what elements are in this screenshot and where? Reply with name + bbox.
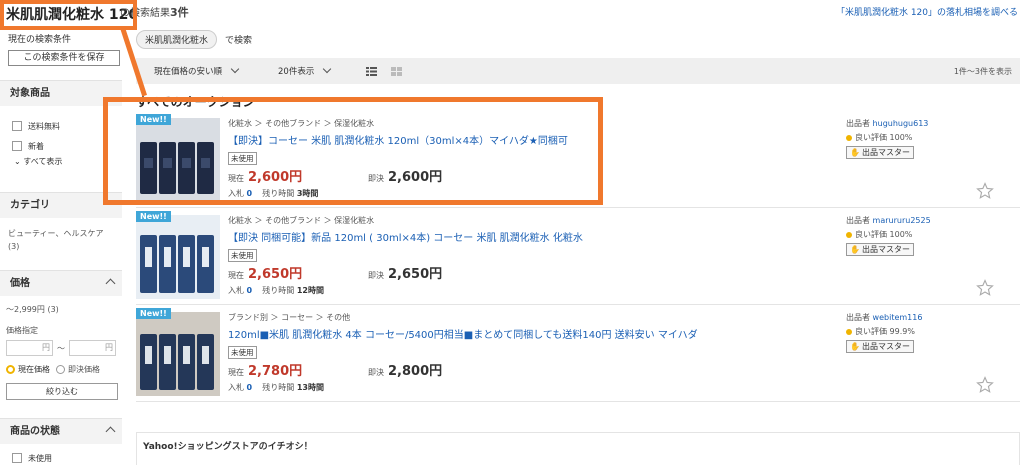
watchlist-star-icon[interactable] <box>976 279 994 297</box>
hand-icon: ✋ <box>850 148 860 157</box>
condition-badge: 未使用 <box>228 249 257 262</box>
buy-now-price: 2,650円 <box>388 267 443 282</box>
chevron-up-icon <box>105 426 116 437</box>
seller-master-badge: ✋ 出品マスター <box>846 243 914 256</box>
rating-icon <box>846 134 852 141</box>
filter-unused[interactable]: 未使用 <box>0 448 122 465</box>
rating-icon <box>846 328 852 335</box>
min-price-input[interactable]: 円 <box>6 340 53 356</box>
category-section-title: カテゴリ <box>0 192 122 218</box>
chevron-down-icon <box>230 64 240 74</box>
seller-master-badge: ✋ 出品マスター <box>846 146 914 159</box>
new-badge: New!! <box>136 114 171 125</box>
current-price: 2,650円 <box>248 267 303 282</box>
item-title-link[interactable]: 【即決】コーセー 米肌 肌潤化粧水 120ml（30ml×4本）マイハダ★同梱可 <box>228 132 568 147</box>
buy-now-price: 2,800円 <box>388 364 443 379</box>
item-row-3: New!! ブランド別 ＞ コーセー ＞ その他 120ml■米肌 肌潤化粧水 … <box>136 306 1020 402</box>
show-all-link[interactable]: ⌄ すべて表示 <box>0 156 122 170</box>
category-item-count: (3) <box>8 242 20 251</box>
filter-free-shipping[interactable]: 送料無料 <box>0 116 122 136</box>
radio-selected[interactable] <box>6 365 15 374</box>
checkbox[interactable] <box>12 121 22 131</box>
price-section-title[interactable]: 価格 <box>0 270 122 296</box>
item-title-link[interactable]: 120ml■米肌 肌潤化粧水 4本 コーセー/5400円相当■まとめて同梱しても… <box>228 326 698 341</box>
item-breadcrumb[interactable]: 化粧水 ＞ その他ブランド ＞ 保湿化粧水 <box>228 118 374 129</box>
buy-now-price: 2,600円 <box>388 170 443 185</box>
filter-new-arrival[interactable]: 新着 <box>0 136 122 156</box>
bid-info: 入札 0 残り時間 13時間 <box>228 383 324 392</box>
pager-info: 1件〜3件を表示 <box>953 66 1012 76</box>
seller-link[interactable]: huguhugu613 <box>873 119 929 128</box>
seller-info: 出品者 huguhugu613 良い評価 100% ✋ 出品マスター <box>846 119 929 159</box>
bid-info: 入札 0 残り時間 3時間 <box>228 189 319 198</box>
radio-buy-price[interactable]: 即決価格 <box>56 364 100 375</box>
seller-link[interactable]: webitem116 <box>873 313 923 322</box>
condition-badge: 未使用 <box>228 152 257 165</box>
save-search-button[interactable]: この検索条件を保存 <box>8 50 120 66</box>
new-badge: New!! <box>136 308 171 319</box>
seller-master-badge: ✋ 出品マスター <box>846 340 914 353</box>
radio-current-price[interactable]: 現在価格 <box>6 364 50 375</box>
item-breadcrumb[interactable]: ブランド別 ＞ コーセー ＞ その他 <box>228 312 350 323</box>
search-tag-suffix: で検索 <box>225 35 253 46</box>
condition-badge: 未使用 <box>228 346 257 359</box>
search-query-display: 米肌肌潤化粧水 120 <box>0 0 139 28</box>
category-item[interactable]: ビューティー、ヘルスケア <box>8 228 114 239</box>
sort-select[interactable]: 現在価格の安い順 <box>154 64 240 77</box>
chevron-down-icon: ⌄ <box>14 157 21 166</box>
price-history-link[interactable]: 「米肌肌潤化粧水 120」の落札相場を調べる <box>836 5 1018 18</box>
result-count: の検索結果3件 <box>120 6 189 19</box>
price-range-option[interactable]: 〜2,999円 (3) <box>6 304 116 315</box>
yahoo-shopping-title: Yahoo!ショッピングストアのイチオシ！ <box>143 442 313 452</box>
current-price: 2,780円 <box>248 364 303 379</box>
condition-section-title[interactable]: 商品の状態 <box>0 418 122 444</box>
item-row-2: New!! 化粧水 ＞ その他ブランド ＞ 保湿化粧水 【即決 同梱可能】新品 … <box>136 209 1020 305</box>
search-tag-row: 米肌肌潤化粧水 で検索 <box>136 29 253 49</box>
search-query-text: 米肌肌潤化粧水 120 <box>6 7 139 23</box>
rating-icon <box>846 231 852 238</box>
sort-bar: 現在価格の安い順 20件表示 1件〜3件を表示 <box>136 58 1020 84</box>
max-price-input[interactable]: 円 <box>69 340 116 356</box>
condition-section: 商品の状態 未使用 <box>0 418 122 465</box>
per-page-select[interactable]: 20件表示 <box>278 64 332 77</box>
grid-view-icon[interactable] <box>391 66 403 76</box>
chevron-down-icon <box>323 64 332 74</box>
current-conditions-label: 現在の検索条件 <box>8 35 72 45</box>
price-section: 価格 〜2,999円 (3) 価格指定 円 〜 円 現在価格 即決価格 絞り込む <box>0 270 122 400</box>
watchlist-star-icon[interactable] <box>976 182 994 200</box>
section-title: すべてのオークション <box>136 95 255 109</box>
hand-icon: ✋ <box>850 245 860 254</box>
watchlist-star-icon[interactable] <box>976 376 994 394</box>
new-badge: New!! <box>136 211 171 222</box>
target-section: 対象商品 送料無料 新着 ⌄ すべて表示 <box>0 80 122 170</box>
hand-icon: ✋ <box>850 342 860 351</box>
filter-button[interactable]: 絞り込む <box>6 383 118 400</box>
product-image[interactable] <box>136 215 220 299</box>
item-row-1: New!! 化粧水 ＞ その他ブランド ＞ 保湿化粧水 【即決】コーセー 米肌 … <box>136 112 1020 208</box>
seller-info: 出品者 webitem116 良い評価 99.9% ✋ 出品マスター <box>846 313 923 353</box>
seller-link[interactable]: marururu2525 <box>873 216 931 225</box>
seller-info: 出品者 marururu2525 良い評価 100% ✋ 出品マスター <box>846 216 931 256</box>
item-title-link[interactable]: 【即決 同梱可能】新品 120ml ( 30ml×4本) コーセー 米肌 肌潤化… <box>228 229 583 244</box>
item-breadcrumb[interactable]: 化粧水 ＞ その他ブランド ＞ 保湿化粧水 <box>228 215 374 226</box>
checkbox[interactable] <box>12 141 22 151</box>
target-section-title[interactable]: 対象商品 <box>0 80 122 106</box>
search-tag[interactable]: 米肌肌潤化粧水 <box>136 29 218 49</box>
chevron-up-icon <box>105 278 116 289</box>
checkbox[interactable] <box>12 453 22 463</box>
product-image[interactable] <box>136 312 220 396</box>
yahoo-shopping-box: Yahoo!ショッピングストアのイチオシ！ <box>136 432 1020 465</box>
category-section: カテゴリ ビューティー、ヘルスケア (3) <box>0 192 122 251</box>
current-price: 2,600円 <box>248 170 303 185</box>
radio-unselected[interactable] <box>56 365 65 374</box>
list-view-icon[interactable] <box>366 66 378 76</box>
product-image[interactable] <box>136 118 220 202</box>
price-custom-label: 価格指定 <box>6 326 38 335</box>
bid-info: 入札 0 残り時間 12時間 <box>228 286 324 295</box>
